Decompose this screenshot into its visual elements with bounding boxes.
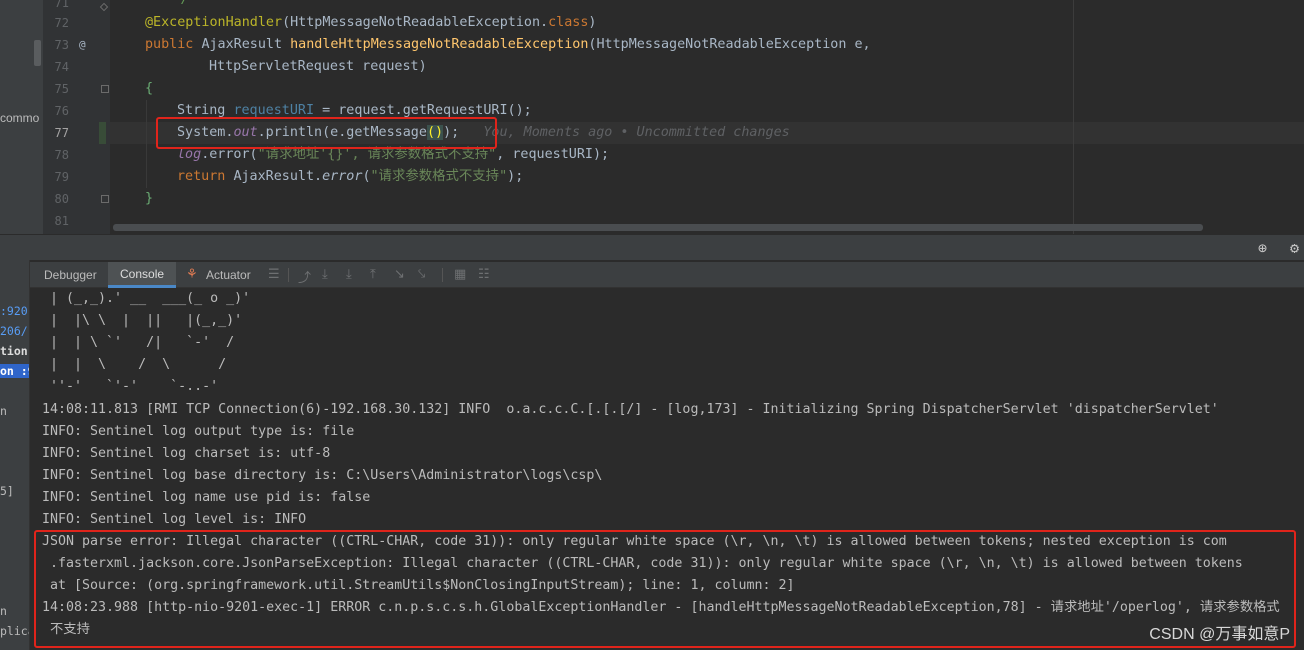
code-line-72: @ExceptionHandler(HttpMessageNotReadable… [145, 15, 597, 30]
console-line: INFO: Sentinel log level is: INFO [42, 512, 307, 527]
console-output[interactable]: | (_,_).' __ ___(_ o _)' | |\ \ | || |(_… [30, 288, 1304, 650]
console-line: | (_,_).' __ ___(_ o _)' [42, 291, 251, 306]
line-number: 74 [54, 60, 69, 74]
annotation-highlight-box [34, 530, 1296, 648]
code-line-75: { [145, 81, 154, 96]
line-number: 73 [54, 38, 69, 52]
step-out-icon[interactable]: ⤒ [370, 267, 376, 282]
target-icon[interactable]: ⊕ [1258, 239, 1267, 257]
watermark: CSDN @万事如意P [1149, 626, 1290, 643]
console-line: INFO: Sentinel log base directory is: C:… [42, 468, 603, 483]
console-line: INFO: Sentinel log charset is: utf-8 [42, 446, 331, 461]
project-panel: commo [0, 0, 43, 234]
frames-icon[interactable]: ☷ [478, 267, 490, 282]
evaluate-icon[interactable]: ⤥ [418, 267, 425, 282]
tab-debugger[interactable]: Debugger [32, 262, 109, 288]
console-line: 14:08:11.813 [RMI TCP Connection(6)-192.… [42, 402, 1219, 417]
line-number: 78 [54, 148, 69, 162]
line-number: 72 [54, 16, 69, 30]
gear-icon[interactable]: ⚙ [1290, 239, 1299, 257]
line-number: 76 [54, 104, 69, 118]
console-line: | | \ / \ / [42, 357, 227, 372]
fold-marker-icon[interactable] [101, 85, 109, 93]
line-number: 77 [54, 126, 69, 140]
console-line: | |\ \ | || |(_,_)' [42, 313, 243, 328]
console-line: ''-' `'-' `-..-' [42, 379, 219, 394]
code-line-74: HttpServletRequest request) [209, 59, 427, 74]
show-execution-point-icon[interactable]: ⤴ [298, 267, 311, 286]
services-tree-item[interactable]: 206/ [0, 324, 28, 338]
override-marker-icon[interactable]: @ [79, 34, 86, 56]
project-tree-fragment[interactable]: commo [0, 111, 39, 125]
toolbar-separator [288, 268, 289, 282]
annotation-highlight-box [156, 117, 497, 149]
services-tree-item[interactable]: plicat [0, 624, 29, 638]
step-over-icon[interactable]: ⤓ [322, 267, 328, 282]
run-toolbar: Debugger Console ⚘ Actuator ☰ ⤴ ⤓ ⤓ ⤒ ↘ … [30, 262, 1304, 288]
menu-icon[interactable]: ☰ [268, 267, 280, 282]
console-line: INFO: Sentinel log output type is: file [42, 424, 355, 439]
code-line-73: public AjaxResult handleHttpMessageNotRe… [145, 37, 871, 52]
code-editor[interactable]: 71 72 73 74 75 76 77 78 79 80 81 @ */ @E… [43, 0, 1304, 234]
run-tool-header: ⊕ ⚙ [0, 234, 1304, 260]
git-blame-hint: You, Moments ago • Uncommitted changes [483, 125, 790, 140]
services-tree-item-selected[interactable]: on :92 [0, 364, 29, 378]
code-line-71: */ [173, 0, 189, 11]
editor-horizontal-scrollbar[interactable] [113, 224, 1203, 231]
right-margin-guide [1073, 0, 1074, 234]
indent-guide [146, 100, 147, 188]
project-scrollbar[interactable] [34, 40, 41, 66]
tab-console[interactable]: Console [108, 262, 177, 288]
table-icon[interactable]: ▦ [454, 267, 466, 282]
line-number: 81 [54, 214, 69, 228]
fold-marker-icon[interactable] [101, 195, 109, 203]
code-line-79: return AjaxResult.error("请求参数格式不支持"); [177, 169, 524, 184]
console-line: INFO: Sentinel log name use pid is: fals… [42, 490, 371, 505]
vcs-change-marker[interactable] [99, 122, 106, 144]
services-tree-panel: :920 206/ tion on :92 n 5] n plicat [0, 260, 30, 650]
tab-actuator[interactable]: Actuator [194, 262, 263, 288]
services-tree-item[interactable]: :920 [0, 304, 28, 318]
line-number: 79 [54, 170, 69, 184]
services-tree-item[interactable]: tion [0, 344, 28, 358]
services-tree-item[interactable]: n [0, 604, 7, 618]
console-line: | | \ `' /| `-' / [42, 335, 235, 350]
line-number: 80 [54, 192, 69, 206]
step-into-icon[interactable]: ⤓ [346, 267, 352, 282]
code-line-80: } [145, 191, 154, 206]
line-number: 75 [54, 82, 69, 96]
run-to-cursor-icon[interactable]: ↘ [394, 267, 405, 282]
toolbar-separator [442, 268, 443, 282]
services-tree-item[interactable]: n [0, 404, 7, 418]
services-tree-item[interactable]: 5] [0, 484, 14, 498]
